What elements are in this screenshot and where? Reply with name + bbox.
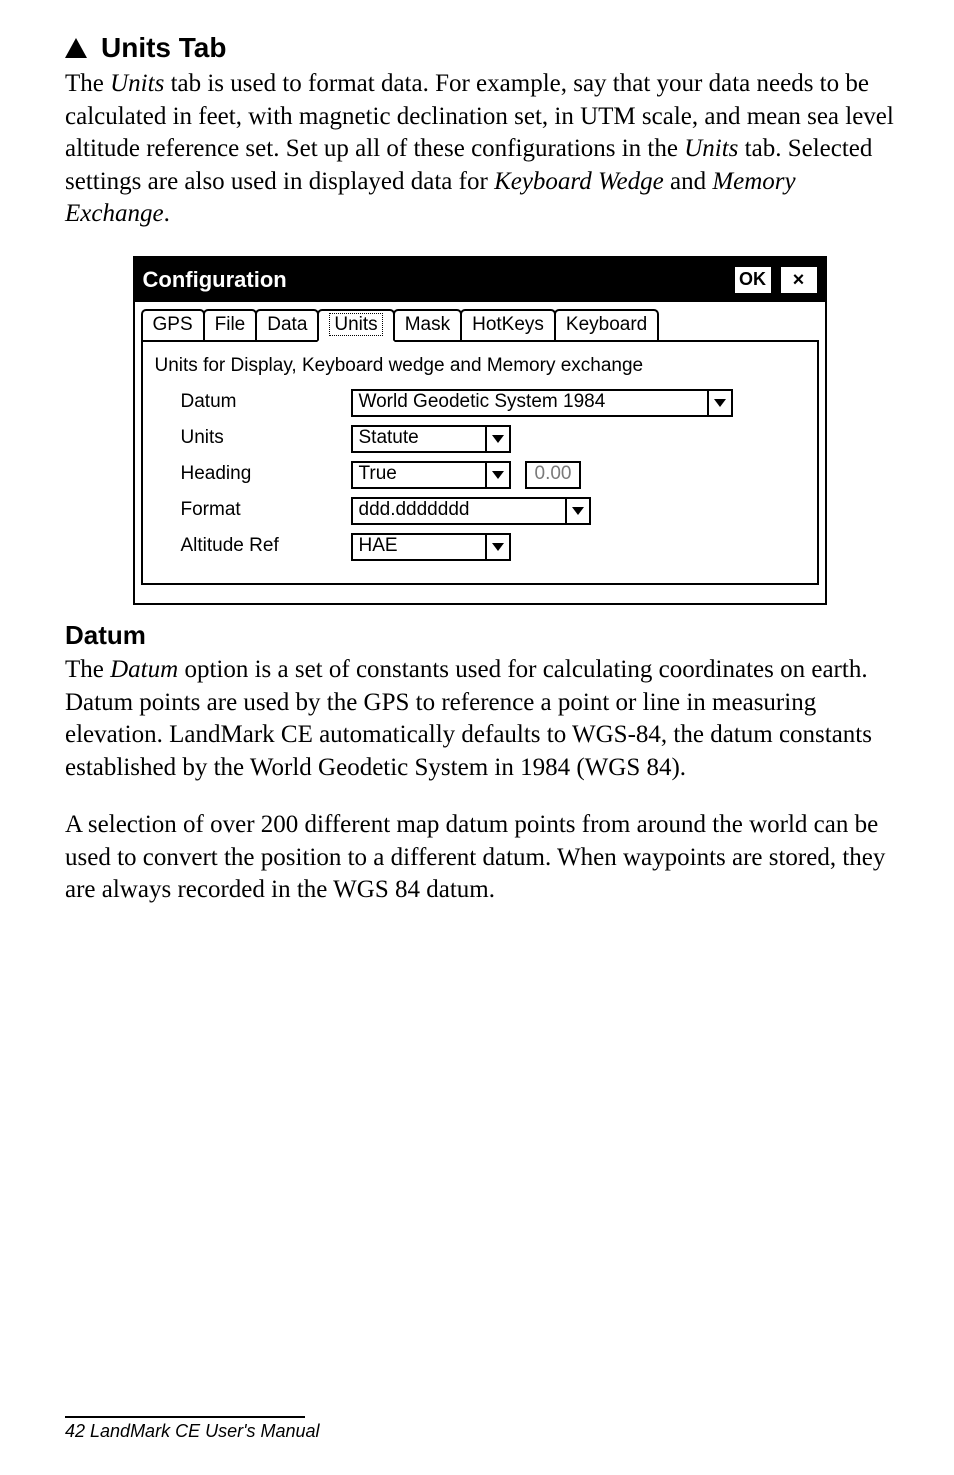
ok-button[interactable]: OK [733, 265, 773, 295]
chevron-down-icon [485, 427, 509, 451]
tab-description: Units for Display, Keyboard wedge and Me… [155, 354, 807, 379]
tab-gps[interactable]: GPS [141, 309, 205, 340]
format-select[interactable]: ddd.ddddddd [351, 497, 591, 525]
heading-select-value: True [353, 463, 485, 487]
configuration-dialog: Configuration OK × GPS File Data Units M… [133, 256, 827, 605]
label-heading: Heading [153, 462, 351, 487]
close-button[interactable]: × [779, 265, 819, 295]
label-altitude-ref: Altitude Ref [153, 534, 351, 559]
tab-hotkeys[interactable]: HotKeys [460, 309, 556, 340]
tab-page-units: Units for Display, Keyboard wedge and Me… [141, 342, 819, 585]
datum-select[interactable]: World Geodetic System 1984 [351, 389, 733, 417]
label-format: Format [153, 498, 351, 523]
datum-select-value: World Geodetic System 1984 [353, 391, 707, 415]
heading-offset-value: 0.00 [525, 461, 582, 489]
tab-mask[interactable]: Mask [393, 309, 462, 340]
chevron-down-icon [485, 463, 509, 487]
datum-heading: Datum [65, 619, 894, 653]
units-select-value: Statute [353, 427, 485, 451]
footer-text: 42 LandMark CE User's Manual [65, 1421, 320, 1441]
tab-data[interactable]: Data [255, 309, 319, 340]
tab-file[interactable]: File [203, 309, 258, 340]
heading-select[interactable]: True [351, 461, 511, 489]
label-units: Units [153, 426, 351, 451]
page-footer: 42 LandMark CE User's Manual [65, 1416, 320, 1443]
dialog-title: Configuration [135, 266, 733, 295]
tab-units[interactable]: Units [317, 309, 394, 342]
footer-rule [65, 1416, 305, 1418]
chevron-down-icon [485, 535, 509, 559]
units-select[interactable]: Statute [351, 425, 511, 453]
datum-paragraph-2: A selection of over 200 different map da… [65, 809, 894, 907]
section-heading: Units Tab [65, 30, 894, 66]
altitude-ref-select-value: HAE [353, 535, 485, 559]
dialog-titlebar: Configuration OK × [135, 258, 825, 302]
tab-strip: GPS File Data Units Mask HotKeys Keyboar… [141, 308, 819, 342]
tab-keyboard[interactable]: Keyboard [554, 309, 659, 340]
format-select-value: ddd.ddddddd [353, 499, 565, 523]
altitude-ref-select[interactable]: HAE [351, 533, 511, 561]
up-triangle-icon [65, 38, 87, 58]
label-datum: Datum [153, 390, 351, 415]
chevron-down-icon [565, 499, 589, 523]
chevron-down-icon [707, 391, 731, 415]
datum-paragraph-1: The Datum option is a set of constants u… [65, 654, 894, 784]
section-title: Units Tab [101, 30, 226, 66]
intro-paragraph: The Units tab is used to format data. Fo… [65, 68, 894, 231]
